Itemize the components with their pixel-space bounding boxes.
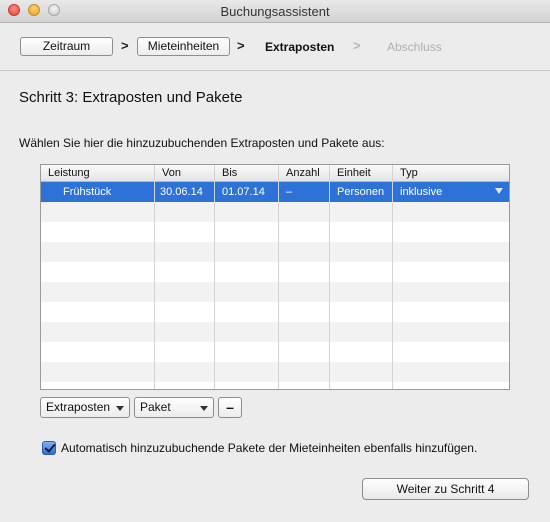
empty-row [41, 262, 509, 282]
extraposten-popup[interactable]: Extraposten [40, 397, 130, 418]
step-zeitraum-button[interactable]: Zeitraum [20, 37, 113, 56]
column-header-einheit[interactable]: Einheit [337, 167, 371, 179]
empty-row [41, 382, 509, 389]
paket-popup[interactable]: Paket [134, 397, 214, 418]
remove-item-button[interactable]: – [218, 397, 242, 418]
cell-einheit: Personen [337, 186, 385, 198]
empty-row [41, 242, 509, 262]
chevron-down-icon [116, 406, 124, 411]
column-divider [154, 165, 155, 389]
step-abschluss-disabled: Abschluss [387, 40, 442, 54]
step-extraposten-current: Extraposten [265, 40, 335, 54]
booking-assistant-window: Buchungsassistent Zeitraum > Mieteinheit… [0, 0, 550, 522]
extraposten-popup-label: Extraposten [46, 400, 111, 414]
step-mieteinheiten-button[interactable]: Mieteinheiten [137, 37, 230, 56]
window-title: Buchungsassistent [220, 4, 330, 19]
next-step-button[interactable]: Weiter zu Schritt 4 [362, 478, 529, 500]
page-title: Schritt 3: Extraposten und Pakete [19, 89, 243, 106]
cell-von: 30.06.14 [160, 186, 203, 198]
column-header-leistung[interactable]: Leistung [48, 167, 90, 179]
cell-anzahl: – [286, 186, 293, 198]
table-row[interactable]: Frühstück 30.06.14 01.07.14 – Personen i… [41, 182, 509, 202]
auto-add-packages-label[interactable]: Automatisch hinzuzubuchende Pakete der M… [61, 441, 477, 455]
empty-row [41, 362, 509, 382]
column-header-von[interactable]: Von [162, 167, 181, 179]
table-header: Leistung Von Bis Anzahl Einheit Typ [41, 165, 509, 182]
empty-row [41, 282, 509, 302]
empty-row [41, 342, 509, 362]
extras-table: Leistung Von Bis Anzahl Einheit Typ Früh… [40, 164, 510, 390]
column-header-typ[interactable]: Typ [400, 167, 418, 179]
instruction-text: Wählen Sie hier die hinzuzubuchenden Ext… [19, 136, 385, 150]
cell-leistung: Frühstück [63, 186, 112, 198]
paket-popup-label: Paket [140, 400, 171, 414]
title-bar: Buchungsassistent [0, 0, 550, 23]
column-divider [278, 165, 279, 389]
empty-row [41, 302, 509, 322]
step-separator: > [121, 38, 129, 53]
step-separator: > [237, 38, 245, 53]
column-divider [392, 165, 393, 389]
step-separator-disabled: > [353, 38, 361, 53]
chevron-down-icon [200, 406, 208, 411]
cell-typ[interactable]: inklusive [400, 186, 442, 198]
column-header-anzahl[interactable]: Anzahl [286, 167, 320, 179]
column-divider [214, 165, 215, 389]
column-header-bis[interactable]: Bis [222, 167, 237, 179]
cell-bis: 01.07.14 [222, 186, 265, 198]
auto-add-packages-checkbox[interactable] [42, 441, 56, 455]
empty-row [41, 202, 509, 222]
step-navigation: Zeitraum > Mieteinheiten > Extraposten >… [0, 23, 550, 71]
empty-row [41, 222, 509, 242]
chevron-down-icon[interactable] [495, 188, 503, 194]
empty-row [41, 322, 509, 342]
column-divider [329, 165, 330, 389]
